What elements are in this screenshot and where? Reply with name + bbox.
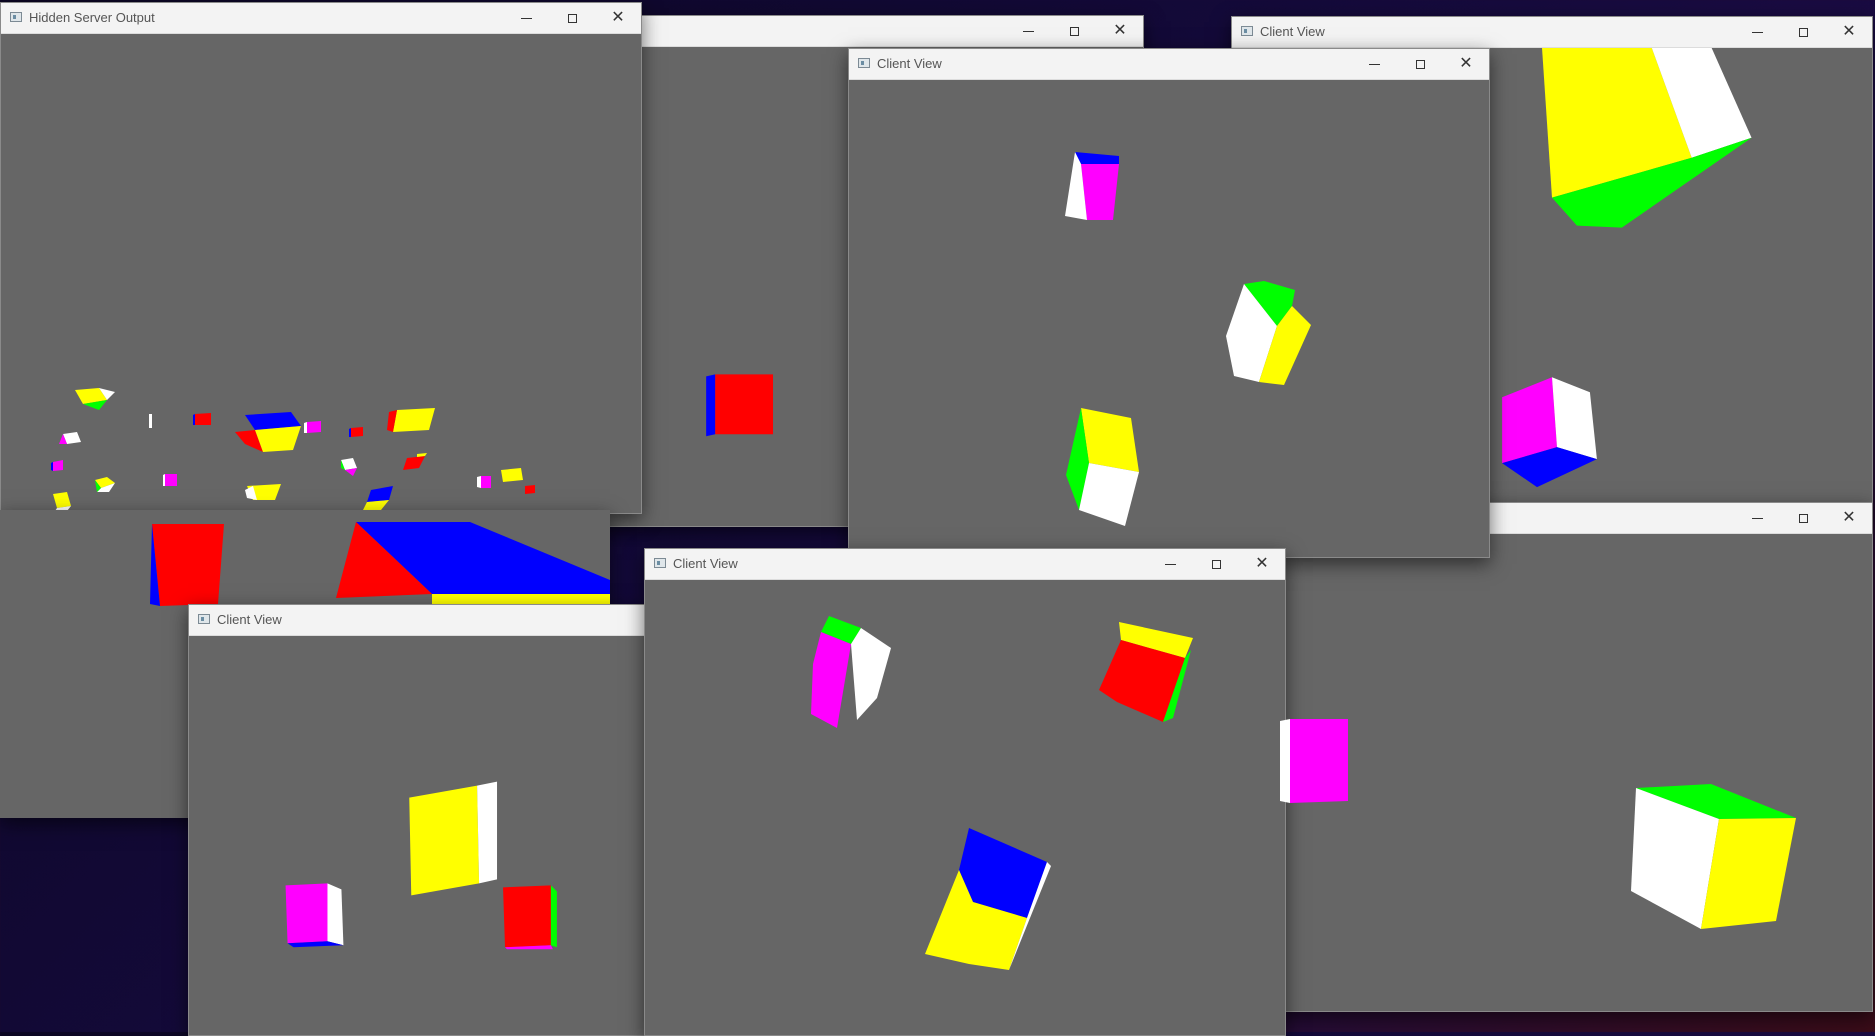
maximize-icon <box>567 13 577 23</box>
scene <box>1065 152 1311 526</box>
cube <box>1502 377 1597 488</box>
cube <box>75 388 115 410</box>
cube <box>149 414 152 428</box>
cube <box>403 453 427 470</box>
minimize-icon <box>1368 63 1380 65</box>
cube <box>1226 281 1311 385</box>
cube <box>1065 152 1119 220</box>
cube <box>341 458 357 476</box>
app-icon <box>1241 26 1253 36</box>
close-button[interactable]: ✕ <box>1826 17 1872 47</box>
close-button[interactable]: ✕ <box>1826 503 1872 533</box>
minimize-icon <box>1751 31 1763 33</box>
maximize-icon <box>1211 559 1221 569</box>
window-title: Client View <box>673 556 738 571</box>
maximize-icon <box>1798 27 1808 37</box>
minimize-icon <box>1164 563 1176 565</box>
minimize-icon <box>520 17 532 19</box>
close-button[interactable]: ✕ <box>1239 549 1285 579</box>
scene <box>51 388 535 511</box>
window-title: Client View <box>1260 24 1325 39</box>
cube <box>1099 622 1193 722</box>
cube <box>150 524 224 606</box>
close-icon: ✕ <box>611 9 625 26</box>
cube <box>387 408 435 432</box>
close-button[interactable]: ✕ <box>1443 49 1489 79</box>
window-title: Client View <box>877 56 942 71</box>
render-viewport[interactable] <box>849 80 1489 557</box>
cube <box>1280 719 1348 803</box>
window-title: Hidden Server Output <box>29 10 155 25</box>
cube <box>1066 408 1139 526</box>
cube <box>1631 784 1796 929</box>
render-viewport[interactable] <box>1 34 641 513</box>
maximize-button[interactable] <box>1780 17 1826 47</box>
maximize-button[interactable] <box>1780 503 1826 533</box>
scene <box>811 616 1193 970</box>
maximize-button[interactable] <box>1051 16 1097 46</box>
close-icon: ✕ <box>1459 55 1473 72</box>
cube <box>925 828 1051 970</box>
cube <box>59 432 81 444</box>
minimize-button[interactable] <box>1734 17 1780 47</box>
window-title: Client View <box>217 612 282 627</box>
close-icon: ✕ <box>1255 555 1269 572</box>
cube <box>51 460 63 471</box>
maximize-button[interactable] <box>1193 549 1239 579</box>
cube <box>304 421 321 433</box>
titlebar[interactable]: Client View ✕ <box>849 49 1489 80</box>
minimize-button[interactable] <box>1005 16 1051 46</box>
cube <box>706 374 774 437</box>
close-icon: ✕ <box>1842 509 1856 526</box>
minimize-icon <box>1751 517 1763 519</box>
maximize-button[interactable] <box>549 3 595 33</box>
cube <box>336 522 610 606</box>
app-icon <box>10 12 22 22</box>
cube <box>409 781 498 896</box>
minimize-button[interactable] <box>503 3 549 33</box>
titlebar[interactable]: Client View ✕ <box>645 549 1285 580</box>
cube <box>363 486 393 510</box>
maximize-icon <box>1798 513 1808 523</box>
window-bottom-center[interactable]: Client View ✕ <box>644 548 1286 1036</box>
minimize-button[interactable] <box>1147 549 1193 579</box>
cube <box>285 883 344 948</box>
window-center-top[interactable]: Client View ✕ <box>848 48 1490 558</box>
cube <box>1542 48 1752 228</box>
cube <box>501 468 523 482</box>
app-icon <box>198 614 210 624</box>
cube <box>163 474 177 486</box>
maximize-button[interactable] <box>1397 49 1443 79</box>
app-icon <box>654 558 666 568</box>
render-viewport[interactable] <box>645 580 1285 1035</box>
app-icon <box>858 58 870 68</box>
cube <box>53 492 71 511</box>
maximize-icon <box>1069 26 1079 36</box>
close-icon: ✕ <box>1113 22 1127 39</box>
window-hidden-server[interactable]: Hidden Server Output ✕ <box>0 2 642 514</box>
maximize-icon <box>1415 59 1425 69</box>
cube <box>477 476 491 488</box>
cube <box>193 413 211 425</box>
titlebar[interactable]: Client View ✕ <box>1232 17 1872 48</box>
minimize-button[interactable] <box>1734 503 1780 533</box>
cube <box>235 412 301 452</box>
minimize-icon <box>1022 30 1034 32</box>
close-button[interactable]: ✕ <box>595 3 641 33</box>
cube <box>525 485 535 494</box>
cube <box>245 484 281 500</box>
cube <box>811 616 891 728</box>
cube <box>95 477 115 492</box>
cube <box>503 885 557 950</box>
minimize-button[interactable] <box>1351 49 1397 79</box>
titlebar[interactable]: Hidden Server Output ✕ <box>1 3 641 34</box>
close-icon: ✕ <box>1842 23 1856 40</box>
cube <box>349 427 363 437</box>
close-button[interactable]: ✕ <box>1097 16 1143 46</box>
